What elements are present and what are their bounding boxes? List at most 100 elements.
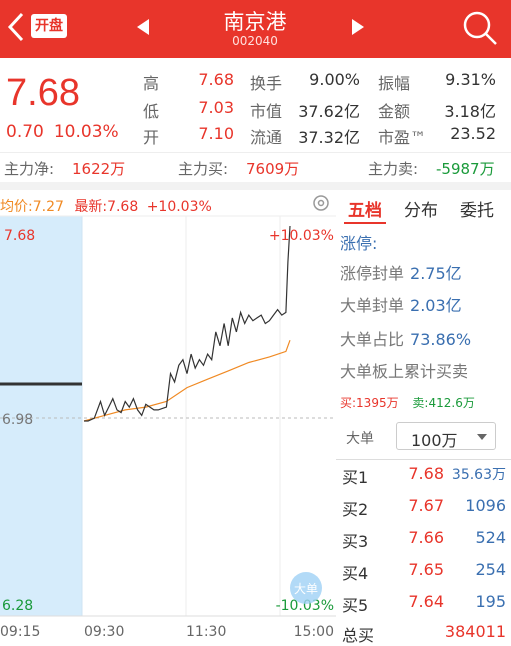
bid-price: 7.64 [408, 592, 444, 611]
bid-volume: 254 [475, 560, 506, 579]
bid-label: 买5 [342, 596, 369, 615]
big-order-tag: 大单 [294, 582, 318, 596]
stat-label: 振幅 [378, 74, 411, 93]
stat-value: 7.10 [198, 124, 234, 143]
active-tab-underline [344, 222, 386, 224]
pct-max-label: +10.03% [269, 228, 334, 244]
prev-stock-icon[interactable] [133, 16, 153, 38]
main-buy-label: 主力买: [178, 160, 229, 178]
bid-label: 买1 [342, 468, 369, 487]
bid-volume: 35.63万 [451, 467, 506, 483]
bid-row[interactable]: 买1 7.68 35.63万 [342, 460, 510, 490]
limit-row: 大单板上累计买卖 [340, 358, 468, 382]
limit-row-label: 大单占比 [340, 330, 405, 349]
top-bar: 开盘 南京港 002040 [0, 0, 511, 58]
main-sell-label: 主力卖: [368, 160, 419, 178]
tab-orders[interactable]: 委托 [460, 196, 494, 221]
next-stock-icon[interactable] [348, 16, 368, 38]
y-mid-label: 6.98 [2, 412, 33, 428]
y-max-label: 7.68 [4, 228, 35, 244]
stat-value: 7.68 [198, 70, 234, 89]
main-net-value: 1622万 [72, 160, 126, 178]
open-market-badge[interactable]: 开盘 [31, 14, 67, 38]
price-change: 0.70 10.03% [6, 122, 129, 142]
price-line [84, 225, 291, 422]
stock-name: 南京港 [223, 10, 287, 34]
bid-row[interactable]: 买2 7.67 1096 [342, 492, 510, 522]
dropdown-value: 100万 [411, 431, 458, 450]
intraday-chart[interactable]: 7.68 6.98 6.28 +10.03% -10.03% 09:15 09:… [0, 190, 336, 646]
bid-volume: 524 [475, 528, 506, 547]
capital-flow-row: 主力净: 1622万 主力买: 7609万 主力卖: -5987万 [0, 152, 511, 182]
avg-price-line [83, 339, 291, 422]
limit-row: 大单占比 73.86% [340, 326, 471, 350]
bid-price: 7.68 [408, 464, 444, 483]
big-sell-label: 卖: [412, 396, 429, 410]
stat-label: 金额 [378, 102, 411, 121]
x-label: 09:30 [84, 624, 124, 640]
big-buy-value: 1395万 [356, 396, 399, 410]
x-label: 09:15 [0, 624, 40, 640]
stat-label: 市值 [250, 102, 283, 121]
limit-row-value: 2.03亿 [410, 296, 462, 315]
bid-price: 7.65 [408, 560, 444, 579]
bid-price: 7.67 [408, 496, 444, 515]
main-buy-value: 7609万 [246, 160, 300, 178]
tab-five-levels[interactable]: 五档 [348, 196, 382, 221]
x-label: 15:00 [294, 624, 334, 640]
total-buy-value: 384011 [444, 622, 506, 641]
total-buy-label: 总买 [342, 626, 375, 645]
y-min-label: 6.28 [2, 598, 33, 614]
stat-label: 换手 [250, 74, 283, 93]
caret-down-icon [477, 434, 487, 440]
main-sell-value: -5987万 [436, 160, 495, 178]
stat-label: 流通 [250, 128, 283, 147]
current-price: 7.68 [6, 72, 80, 114]
limit-up-title: 涨停: [340, 234, 378, 253]
stat-label: 开 [143, 128, 160, 147]
order-book-tabs: 五档 分布 委托 [336, 190, 511, 224]
bid-label: 买2 [342, 500, 369, 519]
bid-price: 7.66 [408, 528, 444, 547]
stat-value: 9.31% [445, 70, 496, 89]
bid-volume: 195 [475, 592, 506, 611]
x-label: 11:30 [186, 624, 226, 640]
search-icon[interactable] [460, 8, 500, 48]
stat-value: 37.62亿 [298, 102, 360, 121]
limit-row-value: 2.75亿 [410, 264, 462, 283]
stat-value: 7.03 [198, 98, 234, 117]
limit-row: 涨停封单 2.75亿 [340, 260, 462, 284]
bid-row[interactable]: 买5 7.64 195 [342, 588, 510, 618]
change-value: 0.70 [6, 122, 44, 142]
tab-distribution[interactable]: 分布 [404, 196, 438, 221]
change-percent: 10.03% [53, 122, 119, 142]
stat-value: 37.32亿 [298, 128, 360, 147]
limit-row-label: 大单封单 [340, 296, 405, 315]
stat-label: 低 [143, 102, 160, 121]
bid-volume: 1096 [465, 496, 506, 515]
threshold-dropdown[interactable]: 100万 [396, 422, 496, 450]
bid-label: 买3 [342, 532, 369, 551]
big-order-filter: 大单 100万 [336, 418, 511, 454]
section-gap [0, 182, 511, 190]
stat-value: 9.00% [309, 70, 360, 89]
big-sell-value: 412.6万 [428, 396, 475, 410]
big-order-summary: 买:1395万 卖:412.6万 [340, 394, 475, 411]
quote-panel: 7.68 0.70 10.03% 高 7.68 换手 9.00% 振幅 9.31%… [0, 58, 511, 152]
main-net-label: 主力净: [4, 160, 55, 178]
stock-code: 002040 [232, 34, 278, 48]
big-buy-label: 买: [340, 396, 357, 410]
filter-label: 大单 [346, 431, 374, 447]
bid-row[interactable]: 买3 7.66 524 [342, 524, 510, 554]
limit-row-label: 涨停封单 [340, 264, 405, 283]
stat-label: 高 [143, 74, 160, 93]
bid-row[interactable]: 买4 7.65 254 [342, 556, 510, 586]
back-arrow-icon[interactable] [4, 10, 30, 44]
limit-row-label: 大单板上累计买卖 [340, 362, 469, 381]
limit-row-value: 73.86% [410, 330, 472, 349]
bid-label: 买4 [342, 564, 369, 583]
stat-value: 23.52 [450, 124, 496, 143]
stat-label: 市盈™ [378, 128, 427, 147]
stat-value: 3.18亿 [444, 102, 496, 121]
limit-row: 大单封单 2.03亿 [340, 292, 462, 316]
